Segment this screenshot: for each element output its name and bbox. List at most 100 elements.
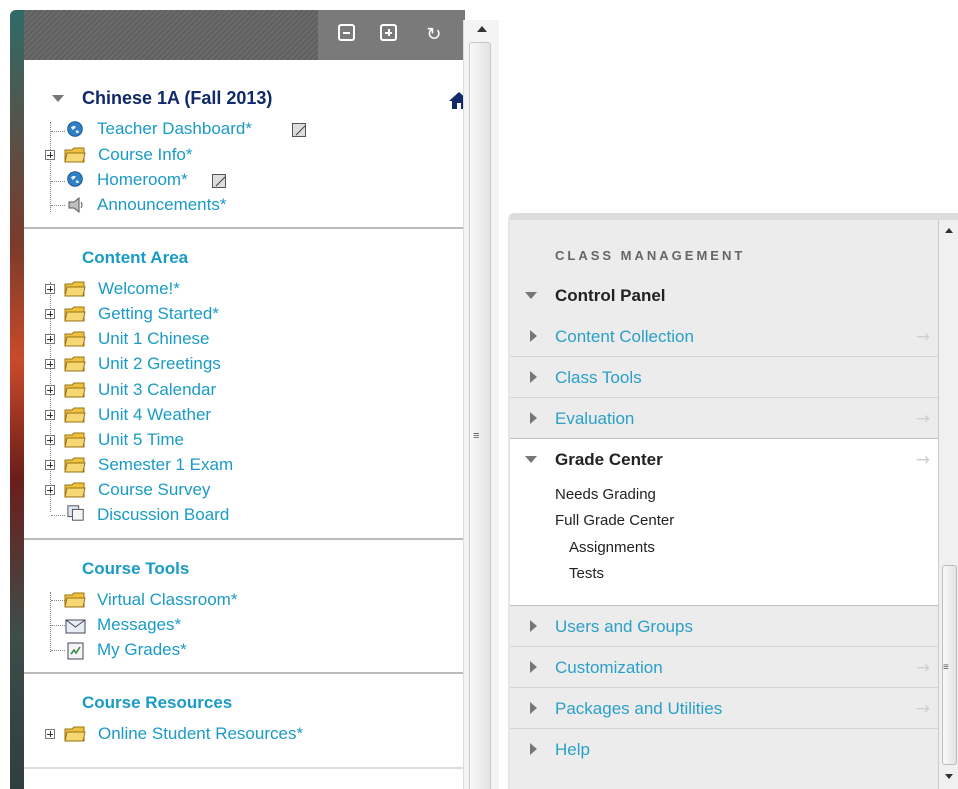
menu-item-label: Users and Groups [555, 617, 693, 636]
control-panel-header[interactable]: Control Panel [510, 276, 938, 316]
menu-item-label[interactable]: Virtual Classroom* [97, 590, 237, 610]
refresh-button[interactable]: ↻ [423, 24, 445, 46]
menu-item-content-collection[interactable]: Content Collection → [510, 317, 938, 357]
menu-item-virtual-classroom[interactable]: Virtual Classroom* [97, 588, 237, 612]
menu-item-label[interactable]: Homeroom* [97, 170, 188, 190]
expand-icon[interactable] [45, 150, 55, 160]
menu-item-help[interactable]: Help [510, 730, 938, 770]
edit-icon[interactable] [212, 174, 226, 188]
folder-icon [64, 482, 86, 498]
grade-center-label[interactable]: Grade Center [555, 450, 663, 470]
tests-link[interactable]: Tests [569, 565, 604, 582]
menu-item-users-and-groups[interactable]: Users and Groups [510, 607, 938, 647]
arrow-right-icon[interactable]: → [916, 699, 930, 719]
expand-icon[interactable] [45, 410, 55, 420]
scroll-thumb[interactable] [469, 42, 491, 789]
menu-item-label[interactable]: Semester 1 Exam [98, 455, 233, 475]
menu-item-welcome[interactable]: Welcome!* [98, 277, 180, 301]
menu-item-discussion-board[interactable]: Discussion Board [97, 503, 229, 527]
expand-icon[interactable] [45, 729, 55, 739]
menu-item-messages[interactable]: Messages* [97, 613, 181, 637]
expand-icon[interactable] [45, 435, 55, 445]
menu-item-label[interactable]: Course Info* [98, 145, 193, 165]
menu-item-getting-started[interactable]: Getting Started* [98, 302, 219, 326]
folder-icon [64, 726, 86, 742]
menu-item-label[interactable]: My Grades* [97, 640, 187, 660]
menu-item-my-grades[interactable]: My Grades* [97, 638, 187, 662]
arrow-right-icon[interactable]: → [916, 450, 930, 470]
grades-icon [67, 642, 84, 660]
menu-item-unit-1[interactable]: Unit 1 Chinese [98, 327, 210, 351]
edit-icon[interactable] [292, 123, 306, 137]
menu-item-class-tools[interactable]: Class Tools [510, 358, 938, 398]
arrow-right-icon[interactable]: → [916, 409, 930, 429]
menu-item-unit-4[interactable]: Unit 4 Weather [98, 403, 211, 427]
menu-item-course-info[interactable]: Course Info* [98, 143, 193, 167]
menu-item-evaluation[interactable]: Evaluation → [510, 399, 938, 439]
full-grade-center-link[interactable]: Full Grade Center [555, 512, 674, 529]
right-scrollbar[interactable]: ≡ [938, 220, 958, 789]
menu-item-label[interactable]: Getting Started* [98, 304, 219, 324]
expand-icon[interactable] [45, 334, 55, 344]
expand-icon[interactable] [45, 460, 55, 470]
tree-line [50, 122, 51, 212]
left-scrollbar[interactable]: ≡ [463, 20, 499, 789]
background-strip [10, 10, 24, 789]
course-menu-panel: ↻ Chinese 1A (Fall 2013) Teacher Dashboa… [10, 10, 501, 789]
menu-item-online-student-resources[interactable]: Online Student Resources* [98, 722, 303, 746]
toolbar-buttons: ↻ [318, 10, 465, 60]
class-management-list: CLASS MANAGEMENT Control Panel Content C… [510, 220, 938, 789]
expand-all-button[interactable] [380, 24, 402, 46]
menu-item-label[interactable]: Messages* [97, 615, 181, 635]
arrow-right-icon[interactable]: → [916, 658, 930, 678]
menu-item-semester-exam[interactable]: Semester 1 Exam [98, 453, 233, 477]
collapse-all-button[interactable] [338, 24, 360, 46]
menu-item-label: Content Collection [555, 327, 694, 346]
menu-item-label[interactable]: Discussion Board [97, 505, 229, 525]
menu-item-unit-3[interactable]: Unit 3 Calendar [98, 378, 216, 402]
menu-item-announcements[interactable]: Announcements* [97, 193, 226, 217]
expand-icon [530, 702, 537, 714]
scroll-up-icon[interactable] [945, 228, 953, 233]
tree-line [51, 515, 65, 516]
menu-item-label[interactable]: Online Student Resources* [98, 724, 303, 744]
menu-item-label[interactable]: Unit 5 Time [98, 430, 184, 450]
expand-icon[interactable] [45, 309, 55, 319]
expand-icon[interactable] [45, 485, 55, 495]
course-title[interactable]: Chinese 1A (Fall 2013) [82, 88, 272, 109]
menu-item-label[interactable]: Unit 1 Chinese [98, 329, 210, 349]
expand-icon[interactable] [45, 385, 55, 395]
menu-item-label[interactable]: Unit 2 Greetings [98, 354, 221, 374]
arrow-right-icon[interactable]: → [916, 327, 930, 347]
folder-icon [64, 457, 86, 473]
menu-item-unit-5[interactable]: Unit 5 Time [98, 428, 184, 452]
menu-item-course-survey[interactable]: Course Survey [98, 478, 210, 502]
needs-grading-link[interactable]: Needs Grading [555, 486, 656, 503]
expand-icon[interactable] [45, 359, 55, 369]
collapse-icon[interactable] [525, 456, 537, 463]
expand-icon[interactable] [45, 284, 55, 294]
scroll-down-icon[interactable] [945, 774, 953, 779]
menu-item-label[interactable]: Unit 4 Weather [98, 405, 211, 425]
class-management-heading: CLASS MANAGEMENT [555, 248, 746, 263]
menu-item-unit-2[interactable]: Unit 2 Greetings [98, 352, 221, 376]
expand-icon [530, 661, 537, 673]
expand-icon [530, 412, 537, 424]
menu-item-customization[interactable]: Customization → [510, 648, 938, 688]
menu-item-label[interactable]: Course Survey [98, 480, 210, 500]
menu-item-label[interactable]: Announcements* [97, 195, 226, 215]
menu-item-label[interactable]: Welcome!* [98, 279, 180, 299]
scroll-up-icon[interactable] [477, 26, 487, 32]
tree-line [51, 181, 65, 182]
menu-item-label: Evaluation [555, 409, 635, 428]
menu-item-homeroom[interactable]: Homeroom* [97, 168, 188, 192]
assignments-link[interactable]: Assignments [569, 539, 655, 556]
menu-item-teacher-dashboard[interactable]: Teacher Dashboard* [97, 117, 252, 141]
menu-item-label[interactable]: Teacher Dashboard* [97, 119, 252, 139]
folder-icon [64, 147, 86, 163]
control-panel-label: Control Panel [555, 286, 666, 305]
course-collapse-icon[interactable] [52, 95, 64, 102]
tree-line [51, 600, 65, 601]
menu-item-label[interactable]: Unit 3 Calendar [98, 380, 216, 400]
menu-item-packages-and-utilities[interactable]: Packages and Utilities → [510, 689, 938, 729]
